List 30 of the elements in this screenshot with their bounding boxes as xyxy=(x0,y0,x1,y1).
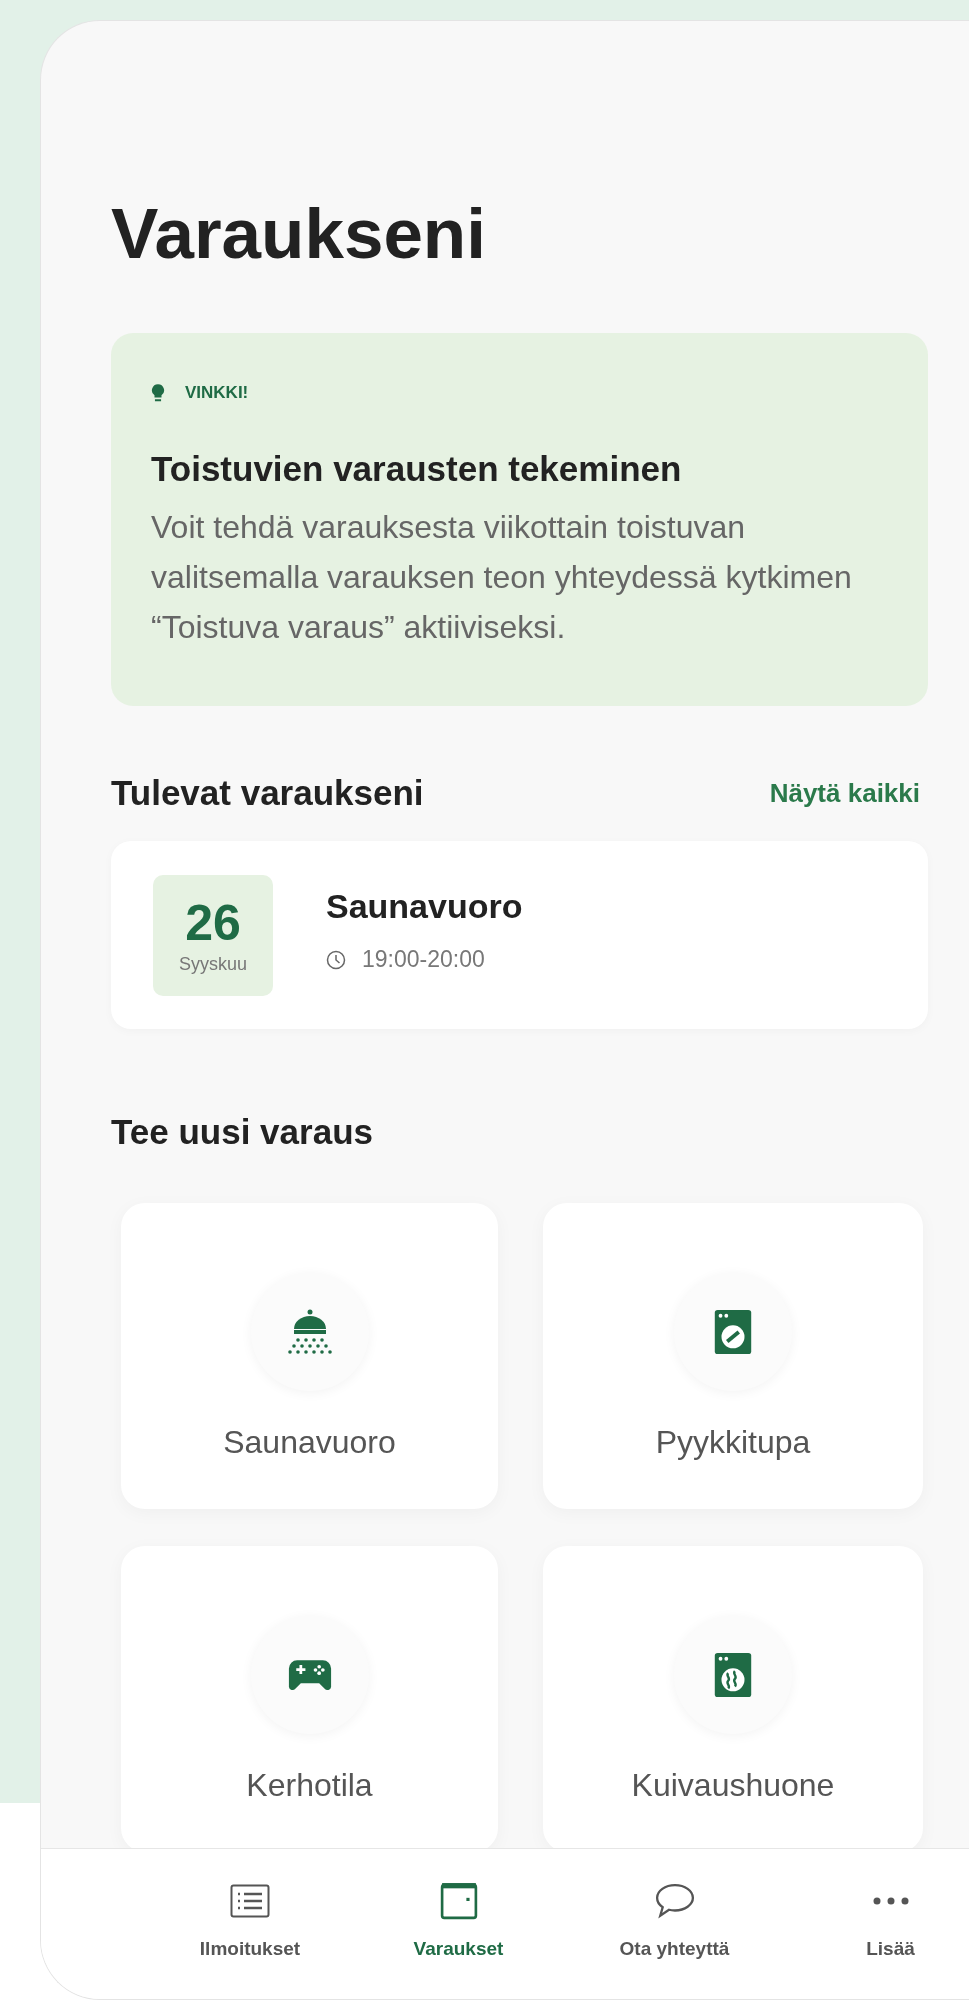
space-tile[interactable]: Pyykkitupa xyxy=(543,1203,923,1509)
space-label: Kerhotila xyxy=(246,1769,373,1801)
shower-icon xyxy=(287,1309,332,1355)
tip-label: VINKKI! xyxy=(185,383,249,403)
page-title: Varaukseni xyxy=(111,200,487,267)
clock-icon xyxy=(326,949,346,970)
space-tile[interactable]: Kuivaushuone xyxy=(543,1546,923,1848)
space-label: Saunavuoro xyxy=(223,1426,396,1458)
nav-tab[interactable]: Lisää xyxy=(787,1849,969,1999)
space-tile[interactable]: Saunavuoro xyxy=(121,1203,498,1509)
list-icon xyxy=(230,1882,270,1920)
booking-time: 19:00-20:00 xyxy=(362,946,485,973)
space-tile[interactable]: Kerhotila xyxy=(121,1546,498,1848)
nav-tab[interactable]: Varaukset xyxy=(355,1849,562,1999)
booking-month: Syyskuu xyxy=(179,953,247,975)
section-heading: Tee uusi varaus xyxy=(111,1114,374,1150)
lightbulb-icon xyxy=(151,383,165,403)
section-heading: Tulevat varaukseni xyxy=(111,775,424,811)
calendar-icon xyxy=(438,1882,479,1920)
show-all-link[interactable]: Näytä kaikki xyxy=(769,777,920,809)
speech-bubble-icon xyxy=(654,1882,695,1920)
nav-tab[interactable]: Ilmoitukset xyxy=(145,1849,355,1999)
space-label: Kuivaushuone xyxy=(631,1769,835,1801)
booking-title: Saunavuoro xyxy=(326,887,523,926)
booking-card[interactable]: 26 Syyskuu Saunavuoro 19:00-20:00 xyxy=(111,841,928,1029)
space-label: Pyykkitupa xyxy=(655,1426,811,1458)
tip-text: Voit tehdä varauksesta viikottain toistuvan valitsemalla varauksen teon yhteydessä kytkimen “Toistuva varaus” aktiiviseksi. xyxy=(151,508,853,647)
nav-tab[interactable]: Ota yhteyttä xyxy=(562,1849,787,1999)
booking-day: 26 xyxy=(185,895,241,950)
tip-title: Toistuvien varausten tekeminen xyxy=(151,451,683,487)
